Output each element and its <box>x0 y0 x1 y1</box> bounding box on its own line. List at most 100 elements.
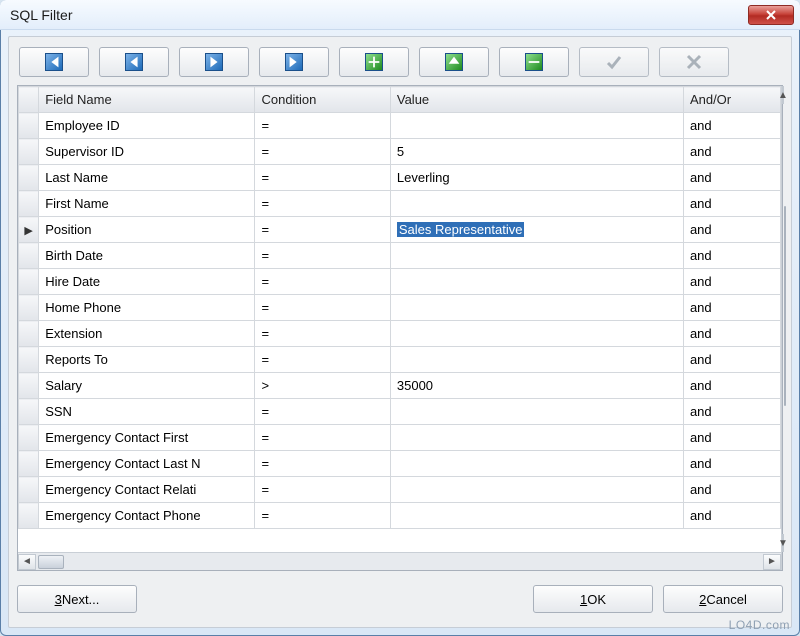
table-row[interactable]: ▶Position=Sales Representativeand <box>19 217 781 243</box>
table-row[interactable]: Emergency Contact First= and <box>19 425 781 451</box>
cell-field[interactable]: First Name <box>39 191 255 217</box>
cell-value[interactable] <box>390 321 683 347</box>
cell-value[interactable] <box>390 191 683 217</box>
vscroll-up-button[interactable]: ▲ <box>782 86 784 104</box>
cell-condition[interactable]: > <box>255 373 390 399</box>
cell-field[interactable]: Hire Date <box>39 269 255 295</box>
col-header-condition[interactable]: Condition <box>255 87 390 113</box>
cell-andor[interactable]: and <box>683 451 780 477</box>
col-header-field[interactable]: Field Name <box>39 87 255 113</box>
cell-field[interactable]: Emergency Contact Phone <box>39 503 255 529</box>
cell-andor[interactable]: and <box>683 217 780 243</box>
table-row[interactable]: First Name=and <box>19 191 781 217</box>
cell-value[interactable] <box>390 269 683 295</box>
hscroll-track[interactable] <box>36 554 763 570</box>
cell-condition[interactable]: = <box>255 347 390 373</box>
horizontal-scrollbar[interactable]: ◄ ► <box>18 552 781 570</box>
cell-field[interactable]: Emergency Contact Last N <box>39 451 255 477</box>
cell-value[interactable]: Sales Representative <box>390 217 683 243</box>
hscroll-thumb[interactable] <box>38 555 64 569</box>
cell-value[interactable]: 5 <box>390 139 683 165</box>
cell-field[interactable]: Extension <box>39 321 255 347</box>
cell-andor[interactable]: and <box>683 243 780 269</box>
cell-andor[interactable]: and <box>683 399 780 425</box>
cell-andor[interactable]: and <box>683 165 780 191</box>
nav-last-button[interactable] <box>259 47 329 77</box>
cell-condition[interactable]: = <box>255 113 390 139</box>
nav-cancel-button[interactable] <box>659 47 729 77</box>
cell-value[interactable] <box>390 503 683 529</box>
cell-field[interactable]: SSN <box>39 399 255 425</box>
cell-condition[interactable]: = <box>255 477 390 503</box>
cell-condition[interactable]: = <box>255 165 390 191</box>
hscroll-right-button[interactable]: ► <box>763 554 781 570</box>
vertical-scrollbar[interactable]: ▲ ▼ <box>781 86 782 570</box>
cell-andor[interactable]: and <box>683 321 780 347</box>
cell-condition[interactable]: = <box>255 503 390 529</box>
hscroll-left-button[interactable]: ◄ <box>18 554 36 570</box>
cell-andor[interactable]: and <box>683 503 780 529</box>
cell-value[interactable] <box>390 399 683 425</box>
table-row[interactable]: Birth Date= and <box>19 243 781 269</box>
table-row[interactable]: Employee ID= and <box>19 113 781 139</box>
nav-insert-button[interactable] <box>339 47 409 77</box>
table-row[interactable]: Last Name=Leverlingand <box>19 165 781 191</box>
cell-value[interactable] <box>390 477 683 503</box>
cell-condition[interactable]: = <box>255 295 390 321</box>
cell-value[interactable] <box>390 451 683 477</box>
col-header-andor[interactable]: And/Or <box>683 87 780 113</box>
cell-field[interactable]: Home Phone <box>39 295 255 321</box>
cell-field[interactable]: Last Name <box>39 165 255 191</box>
cell-andor[interactable]: and <box>683 425 780 451</box>
table-row[interactable]: SSN=and <box>19 399 781 425</box>
cell-andor[interactable]: and <box>683 295 780 321</box>
nav-delete-button[interactable] <box>499 47 569 77</box>
table-row[interactable]: Reports To= and <box>19 347 781 373</box>
nav-next-button[interactable] <box>179 47 249 77</box>
table-row[interactable]: Hire Date=and <box>19 269 781 295</box>
cell-field[interactable]: Reports To <box>39 347 255 373</box>
table-row[interactable]: Extension= and <box>19 321 781 347</box>
cell-value[interactable] <box>390 243 683 269</box>
table-row[interactable]: Salary>35000and <box>19 373 781 399</box>
cancel-button[interactable]: 2 Cancel <box>663 585 783 613</box>
cell-value[interactable]: 35000 <box>390 373 683 399</box>
table-row[interactable]: Emergency Contact Relati=and <box>19 477 781 503</box>
vscroll-thumb[interactable] <box>784 206 786 406</box>
cell-condition[interactable]: = <box>255 425 390 451</box>
cell-condition[interactable]: = <box>255 321 390 347</box>
nav-first-button[interactable] <box>19 47 89 77</box>
nav-accept-button[interactable] <box>579 47 649 77</box>
cell-field[interactable]: Emergency Contact Relati <box>39 477 255 503</box>
cell-field[interactable]: Emergency Contact First <box>39 425 255 451</box>
cell-field[interactable]: Birth Date <box>39 243 255 269</box>
next-button[interactable]: 3 Next... <box>17 585 137 613</box>
cell-value[interactable] <box>390 425 683 451</box>
col-header-marker[interactable] <box>19 87 39 113</box>
cell-andor[interactable]: and <box>683 113 780 139</box>
cell-condition[interactable]: = <box>255 451 390 477</box>
nav-post-button[interactable] <box>419 47 489 77</box>
col-header-value[interactable]: Value <box>390 87 683 113</box>
cell-field[interactable]: Position <box>39 217 255 243</box>
cell-condition[interactable]: = <box>255 191 390 217</box>
vscroll-down-button[interactable]: ▼ <box>782 534 784 552</box>
cell-andor[interactable]: and <box>683 373 780 399</box>
cell-field[interactable]: Supervisor ID <box>39 139 255 165</box>
cell-field[interactable]: Employee ID <box>39 113 255 139</box>
cell-condition[interactable]: = <box>255 217 390 243</box>
cell-andor[interactable]: and <box>683 269 780 295</box>
cell-value[interactable] <box>390 347 683 373</box>
cell-value[interactable] <box>390 295 683 321</box>
table-row[interactable]: Supervisor ID=5and <box>19 139 781 165</box>
table-row[interactable]: Emergency Contact Last N= and <box>19 451 781 477</box>
cell-condition[interactable]: = <box>255 243 390 269</box>
table-row[interactable]: Emergency Contact Phone= and <box>19 503 781 529</box>
cell-andor[interactable]: and <box>683 139 780 165</box>
nav-prev-button[interactable] <box>99 47 169 77</box>
ok-button[interactable]: 1 OK <box>533 585 653 613</box>
cell-andor[interactable]: and <box>683 347 780 373</box>
cell-value[interactable]: Leverling <box>390 165 683 191</box>
table-row[interactable]: Home Phone= and <box>19 295 781 321</box>
cell-field[interactable]: Salary <box>39 373 255 399</box>
